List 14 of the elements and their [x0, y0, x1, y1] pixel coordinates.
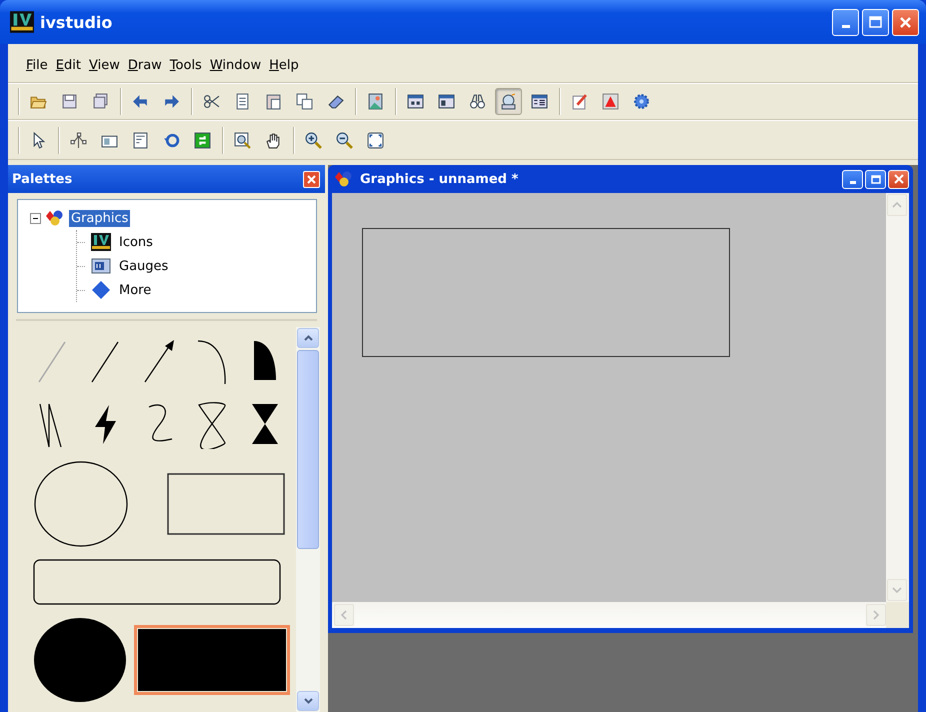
menu-item[interactable]: Window	[206, 56, 266, 74]
panel-title: Palettes	[12, 172, 72, 186]
tree-item[interactable]: Icons	[117, 234, 155, 250]
menu-item[interactable]: View	[84, 56, 124, 74]
tree-item[interactable]: Gauges	[117, 258, 170, 274]
menu-item[interactable]: Help	[265, 56, 303, 74]
tree-item[interactable]: Graphics	[69, 210, 130, 226]
menu-item[interactable]: File	[22, 56, 52, 74]
menu-item[interactable]: Draw	[124, 56, 166, 74]
tree-item[interactable]: More	[117, 282, 154, 298]
menu-item[interactable]: Tools	[166, 56, 206, 74]
window-title: Graphics - unnamed *	[360, 172, 520, 186]
menu-item[interactable]: Edit	[52, 56, 85, 74]
app-title: ivstudio	[40, 12, 114, 32]
